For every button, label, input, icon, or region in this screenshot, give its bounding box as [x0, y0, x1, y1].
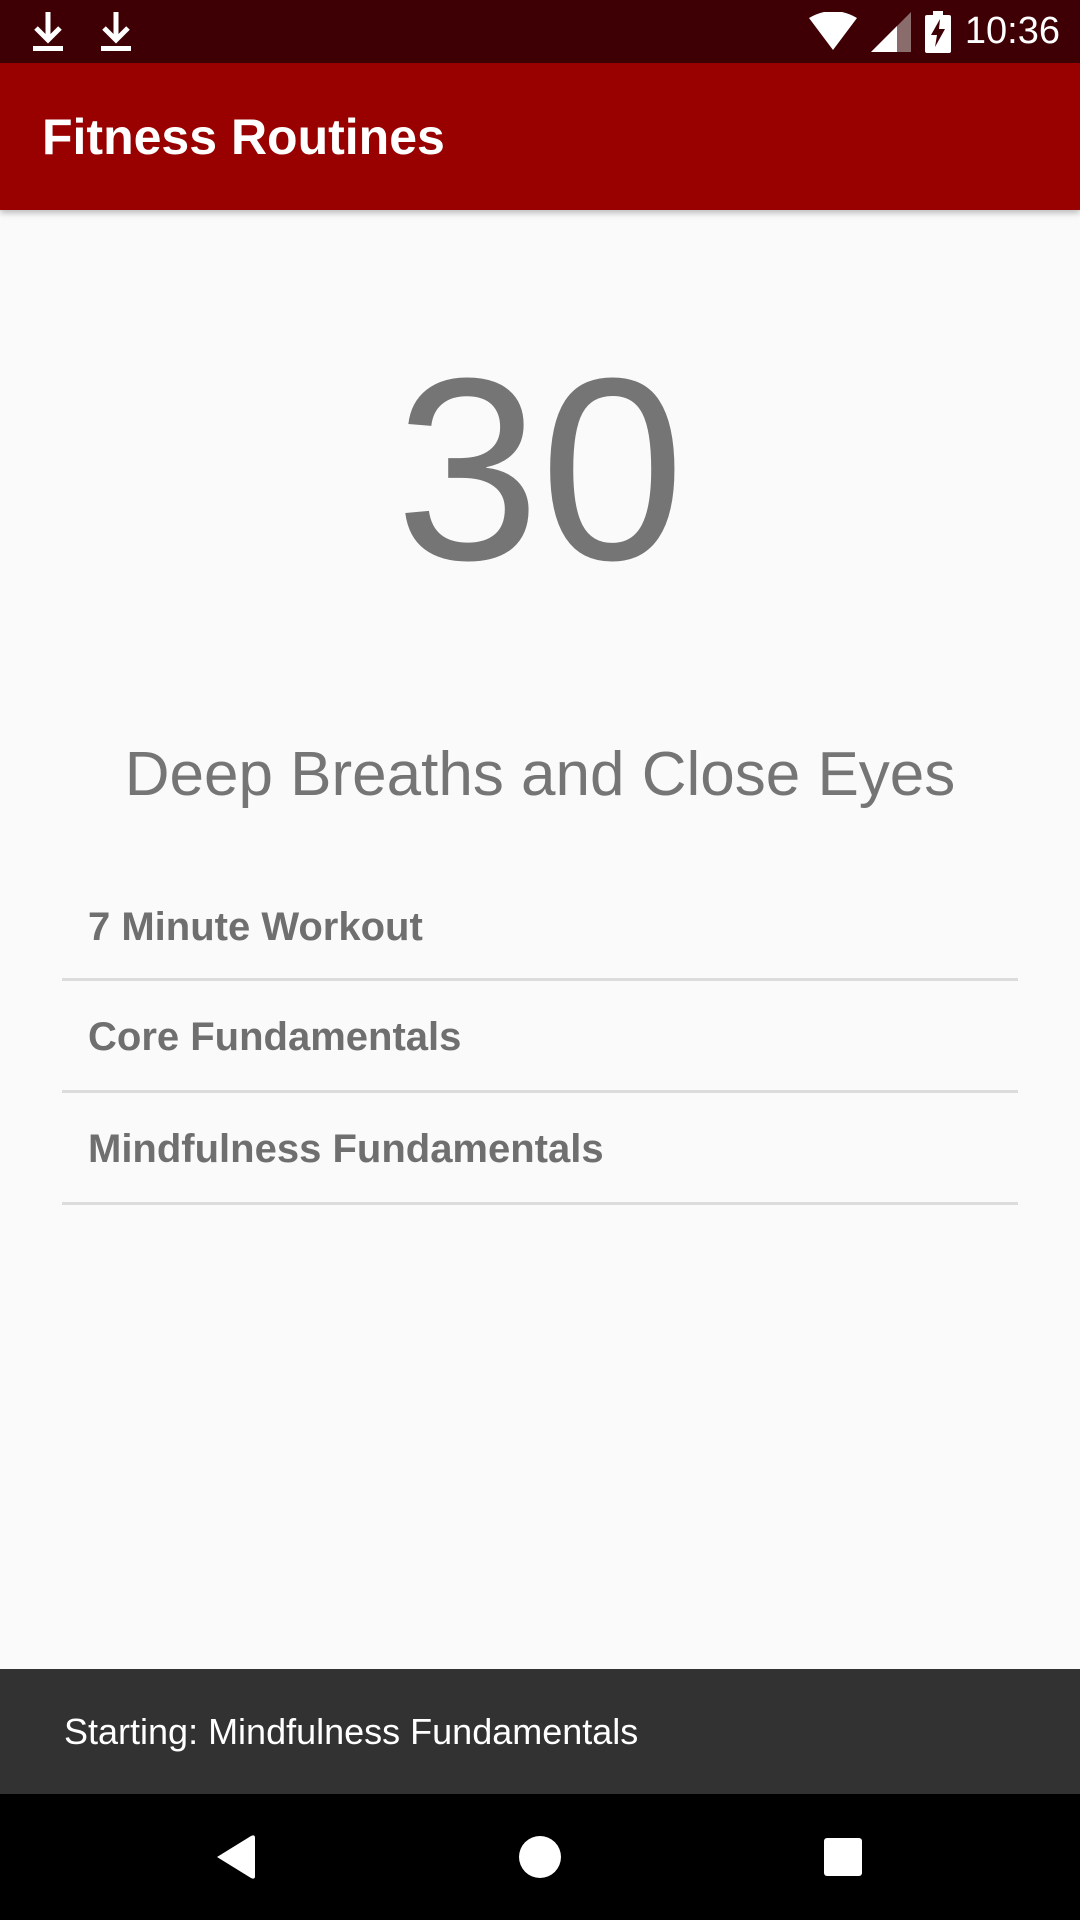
recents-button[interactable]	[810, 1824, 876, 1890]
back-button[interactable]	[203, 1824, 269, 1890]
recents-icon	[824, 1838, 862, 1876]
countdown-timer: 30	[395, 325, 685, 615]
back-icon	[217, 1835, 255, 1879]
home-icon	[519, 1836, 561, 1878]
status-notifications	[28, 10, 136, 54]
status-time: 10:36	[964, 10, 1060, 52]
routine-item-mindfulness-fundamentals[interactable]: Mindfulness Fundamentals	[62, 1093, 1018, 1205]
routine-item-7-minute-workout[interactable]: 7 Minute Workout	[62, 871, 1018, 981]
navigation-bar	[0, 1794, 1080, 1920]
app-bar: Fitness Routines	[0, 63, 1080, 210]
snackbar: Starting: Mindfulness Fundamentals	[0, 1669, 1080, 1794]
status-system-icons: 10:36	[808, 0, 1060, 63]
routine-label: 7 Minute Workout	[88, 905, 423, 949]
battery-charging-icon	[924, 10, 951, 53]
routine-list: 7 Minute Workout Core Fundamentals Mindf…	[62, 871, 1018, 1205]
routine-label: Mindfulness Fundamentals	[88, 1127, 604, 1171]
snackbar-message: Starting: Mindfulness Fundamentals	[64, 1711, 639, 1752]
signal-icon	[870, 11, 911, 52]
routine-label: Core Fundamentals	[88, 1015, 462, 1059]
home-button[interactable]	[507, 1824, 573, 1890]
wifi-icon	[808, 11, 857, 50]
status-bar: 10:36	[0, 0, 1080, 63]
download-icon	[101, 12, 131, 51]
download-icon	[33, 12, 63, 51]
routine-item-core-fundamentals[interactable]: Core Fundamentals	[62, 981, 1018, 1093]
app-title: Fitness Routines	[42, 109, 445, 165]
exercise-instruction: Deep Breaths and Close Eyes	[124, 740, 956, 809]
